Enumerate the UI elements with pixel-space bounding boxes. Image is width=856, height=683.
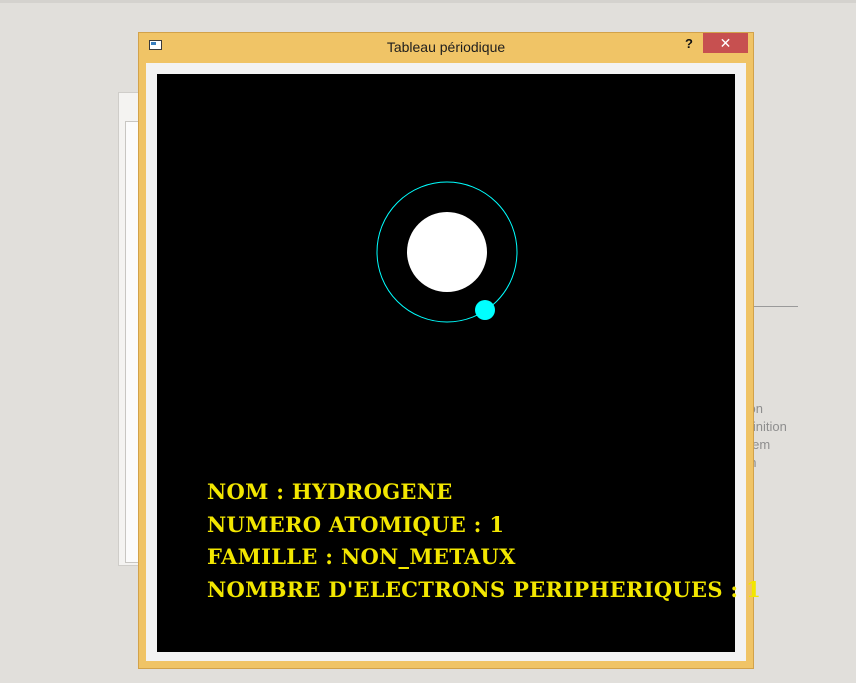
valence-electrons-label: NOMBRE D'ELECTRONS PERIPHERIQUES : 1 xyxy=(207,576,761,602)
background-text-line: stem xyxy=(742,437,771,452)
close-button[interactable]: ✕ xyxy=(703,33,748,53)
periodic-table-dialog: Tableau périodique ? ✕ NOM : HYDROGENE N… xyxy=(138,32,761,669)
background-top-edge xyxy=(0,0,856,3)
background-text-line: tion xyxy=(742,400,856,418)
background-text: tion efinition stem on xyxy=(742,400,856,472)
atomic-number-label: NUMERO ATOMIQUE : 1 xyxy=(207,511,505,537)
background-divider xyxy=(754,306,798,307)
element-name-label: NOM : HYDROGENE xyxy=(207,479,453,504)
family-label: FAMILLE : NON_METAUX xyxy=(207,544,516,569)
title-bar[interactable]: Tableau périodique ? ✕ xyxy=(139,33,753,63)
nucleus xyxy=(407,212,487,292)
electron xyxy=(475,300,495,320)
background-text-line: on xyxy=(742,454,856,472)
element-info: NOM : HYDROGENE NUMERO ATOMIQUE : 1 FAMI… xyxy=(207,476,761,606)
client-area: NOM : HYDROGENE NUMERO ATOMIQUE : 1 FAMI… xyxy=(146,63,761,661)
background-text-line: efinition xyxy=(742,419,787,434)
atom-canvas: NOM : HYDROGENE NUMERO ATOMIQUE : 1 FAMI… xyxy=(157,74,761,652)
help-button[interactable]: ? xyxy=(680,35,698,53)
window-title: Tableau périodique xyxy=(386,39,506,55)
